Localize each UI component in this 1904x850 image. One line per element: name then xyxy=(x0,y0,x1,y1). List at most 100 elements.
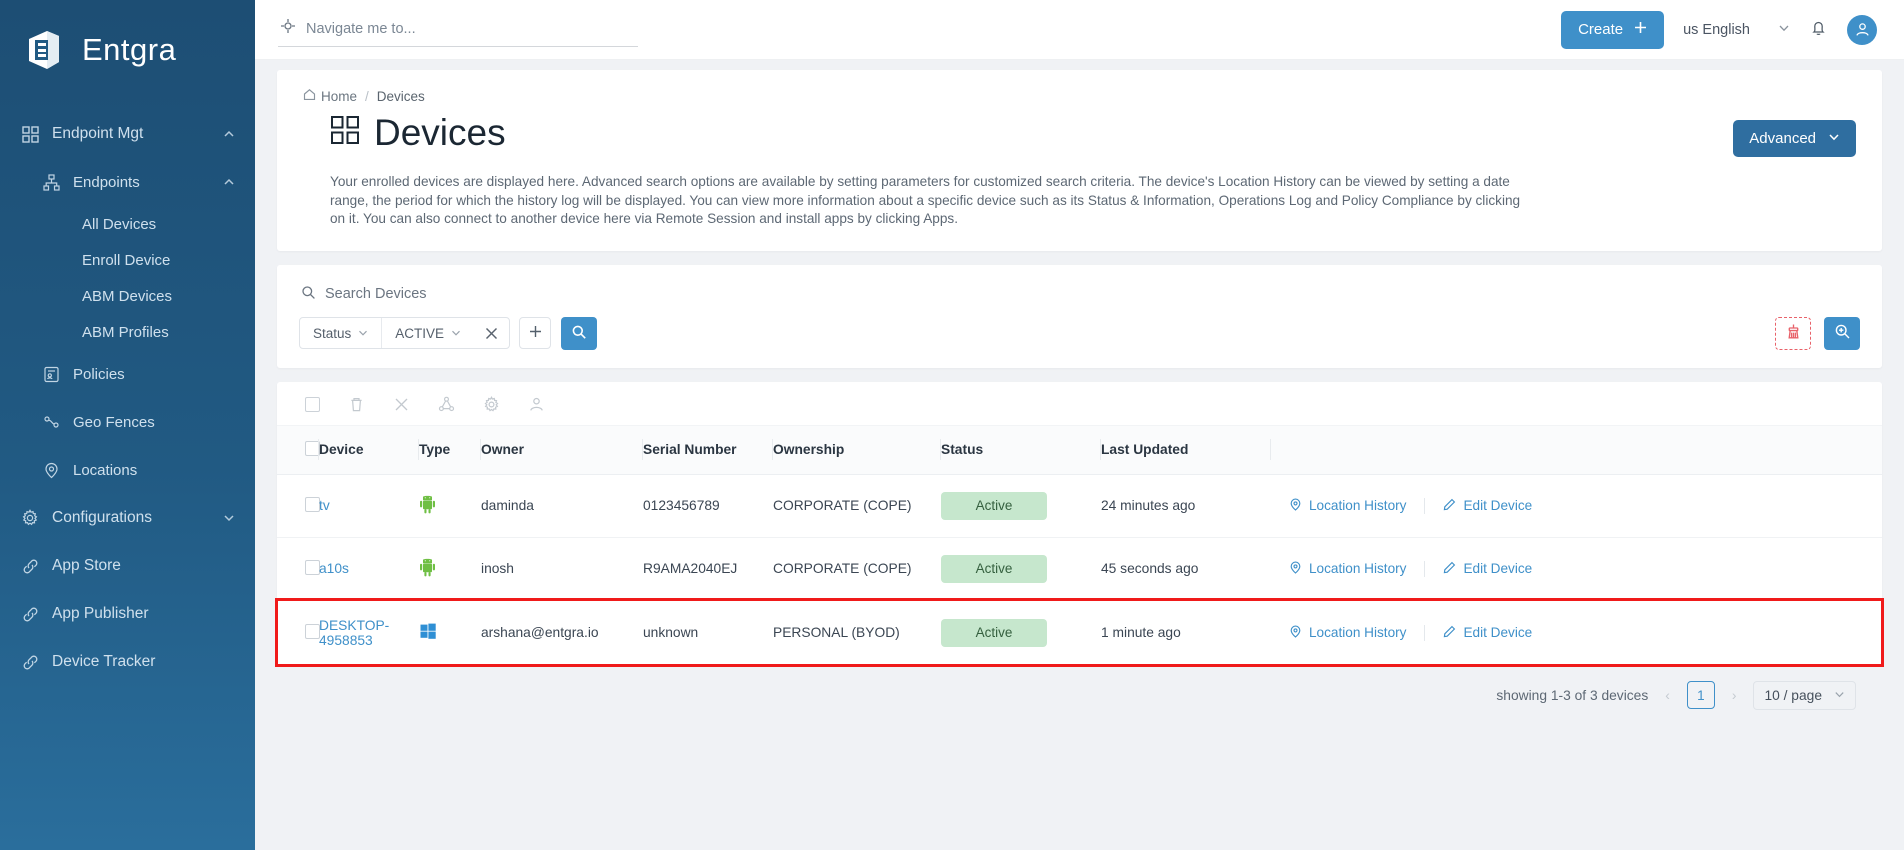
column-header-type[interactable]: Type xyxy=(419,425,481,475)
sidebar-item-endpoint-mgt[interactable]: Endpoint Mgt xyxy=(0,110,255,158)
chevron-up-icon[interactable] xyxy=(221,126,237,142)
edit-device-action[interactable]: Edit Device xyxy=(1425,561,1550,577)
filter-field-select[interactable]: Status xyxy=(300,318,381,348)
location-history-label: Location History xyxy=(1309,498,1407,514)
chevron-down-icon xyxy=(358,326,368,341)
sidebar-item-configurations[interactable]: Configurations xyxy=(0,494,255,542)
chevron-up-icon[interactable] xyxy=(221,174,237,190)
run-search-button[interactable] xyxy=(561,316,598,350)
location-history-action[interactable]: Location History xyxy=(1271,498,1424,514)
edit-device-action[interactable]: Edit Device xyxy=(1425,625,1550,641)
row-checkbox[interactable] xyxy=(305,559,320,575)
app-root: Entgra Endpoint Mgt Endpoints All Device… xyxy=(0,0,1904,850)
advanced-search-button[interactable] xyxy=(1824,316,1860,350)
page-size-select[interactable]: 10 / page xyxy=(1753,680,1856,710)
column-header-device[interactable]: Device xyxy=(319,425,419,475)
sidebar-item-geo-fences[interactable]: Geo Fences xyxy=(0,398,255,446)
title-row: Devices Advanced xyxy=(303,112,1856,157)
column-header-last-updated[interactable]: Last Updated xyxy=(1101,425,1271,475)
prev-page-button[interactable]: ‹ xyxy=(1662,688,1673,703)
breadcrumb-home[interactable]: Home xyxy=(303,88,357,104)
search-panel: Search Devices Status ACTIVE xyxy=(277,264,1882,368)
sidebar-item-enroll-device[interactable]: Enroll Device xyxy=(0,242,255,278)
device-link[interactable]: DESKTOP-4958853 xyxy=(319,618,389,648)
column-header-owner[interactable]: Owner xyxy=(481,425,643,475)
sidebar-item-app-store[interactable]: App Store xyxy=(0,542,255,590)
plus-icon xyxy=(1634,21,1647,38)
sidebar-item-endpoints[interactable]: Endpoints xyxy=(0,158,255,206)
location-icon xyxy=(1289,561,1302,577)
entgra-logo-icon xyxy=(23,27,69,73)
clear-filters-button[interactable] xyxy=(1775,316,1811,350)
row-checkbox[interactable] xyxy=(305,623,320,639)
windows-icon xyxy=(419,623,437,643)
edit-icon xyxy=(1443,561,1456,577)
navigate-input[interactable] xyxy=(306,20,636,37)
delete-icon[interactable] xyxy=(348,396,365,413)
header-select-all-checkbox[interactable] xyxy=(305,440,320,456)
table-row[interactable]: a10s inosh R9AMA2040EJ CORPORATE (COPE) … xyxy=(277,537,1882,601)
breadcrumb: Home / Devices xyxy=(303,88,1856,104)
row-select-cell xyxy=(277,600,320,665)
column-header-status[interactable]: Status xyxy=(941,425,1101,475)
page-header-card: Home / Devices Devices Advanced Your enr… xyxy=(277,70,1882,251)
sidebar-nav: Endpoint Mgt Endpoints All Devices Enrol… xyxy=(0,110,255,686)
cell-device: tv xyxy=(319,474,419,538)
breadcrumb-current: Devices xyxy=(376,88,425,104)
edit-device-action[interactable]: Edit Device xyxy=(1425,498,1550,514)
sidebar-item-locations[interactable]: Locations xyxy=(0,446,255,494)
sidebar-item-abm-profiles[interactable]: ABM Profiles xyxy=(0,314,255,350)
gear-icon[interactable] xyxy=(483,395,500,413)
column-header-serial[interactable]: Serial Number xyxy=(643,425,773,475)
create-button[interactable]: Create xyxy=(1561,10,1665,49)
user-icon[interactable] xyxy=(528,396,545,413)
plus-icon xyxy=(529,325,542,341)
sidebar-item-abm-devices[interactable]: ABM Devices xyxy=(0,278,255,314)
pagination-summary: showing 1-3 of 3 devices xyxy=(1496,687,1649,703)
share-group-icon[interactable] xyxy=(438,396,455,413)
column-header-ownership[interactable]: Ownership xyxy=(773,425,941,475)
cancel-icon[interactable] xyxy=(393,396,410,413)
sidebar-item-label: Enroll Device xyxy=(82,251,171,269)
panel-actions xyxy=(1775,316,1860,350)
location-history-action[interactable]: Location History xyxy=(1271,625,1424,641)
sidebar-item-policies[interactable]: Policies xyxy=(0,350,255,398)
search-devices-label[interactable]: Search Devices xyxy=(299,281,1860,304)
filter-value-select[interactable]: ACTIVE xyxy=(382,318,474,348)
remove-filter-icon[interactable] xyxy=(474,327,509,340)
add-filter-button[interactable] xyxy=(519,317,552,350)
policy-icon xyxy=(40,363,62,385)
bell-icon[interactable] xyxy=(1809,18,1828,42)
select-all-checkbox[interactable] xyxy=(305,396,320,412)
edit-device-label: Edit Device xyxy=(1463,498,1533,514)
chevron-down-icon[interactable] xyxy=(221,510,237,526)
brand[interactable]: Entgra xyxy=(0,10,255,90)
sidebar: Entgra Endpoint Mgt Endpoints All Device… xyxy=(0,0,255,850)
sitemap-icon xyxy=(40,171,62,193)
chevron-down-icon xyxy=(1834,688,1845,703)
navigate-search[interactable] xyxy=(278,12,638,47)
table-row[interactable]: DESKTOP-4958853 arshana@entgra.io unknow… xyxy=(275,598,1884,667)
next-page-button[interactable]: › xyxy=(1729,688,1740,703)
sidebar-item-label: App Store xyxy=(52,557,121,574)
cell-owner: inosh xyxy=(481,537,643,601)
language-selector[interactable]: us English xyxy=(1683,22,1790,38)
page-number-1[interactable]: 1 xyxy=(1686,681,1715,710)
sidebar-item-all-devices[interactable]: All Devices xyxy=(0,206,255,242)
cell-device: DESKTOP-4958853 xyxy=(319,600,419,665)
advanced-button[interactable]: Advanced xyxy=(1733,120,1856,157)
device-link[interactable]: a10s xyxy=(319,561,349,576)
sidebar-item-app-publisher[interactable]: App Publisher xyxy=(0,590,255,638)
table-row[interactable]: tv daminda 0123456789 CORPORATE (COPE) A… xyxy=(277,474,1882,538)
device-link[interactable]: tv xyxy=(319,498,330,513)
geofence-icon xyxy=(40,411,62,433)
sidebar-item-label: ABM Profiles xyxy=(82,323,169,341)
row-actions: Location History Edit Device xyxy=(1271,624,1882,641)
search-plus-icon xyxy=(1834,323,1851,343)
row-checkbox[interactable] xyxy=(305,496,320,512)
search-icon xyxy=(301,285,316,304)
devices-table-card: Device Type Owner Serial Number Ownershi… xyxy=(275,381,1884,667)
sidebar-item-device-tracker[interactable]: Device Tracker xyxy=(0,638,255,686)
avatar[interactable] xyxy=(1847,14,1877,45)
location-history-action[interactable]: Location History xyxy=(1271,561,1424,577)
